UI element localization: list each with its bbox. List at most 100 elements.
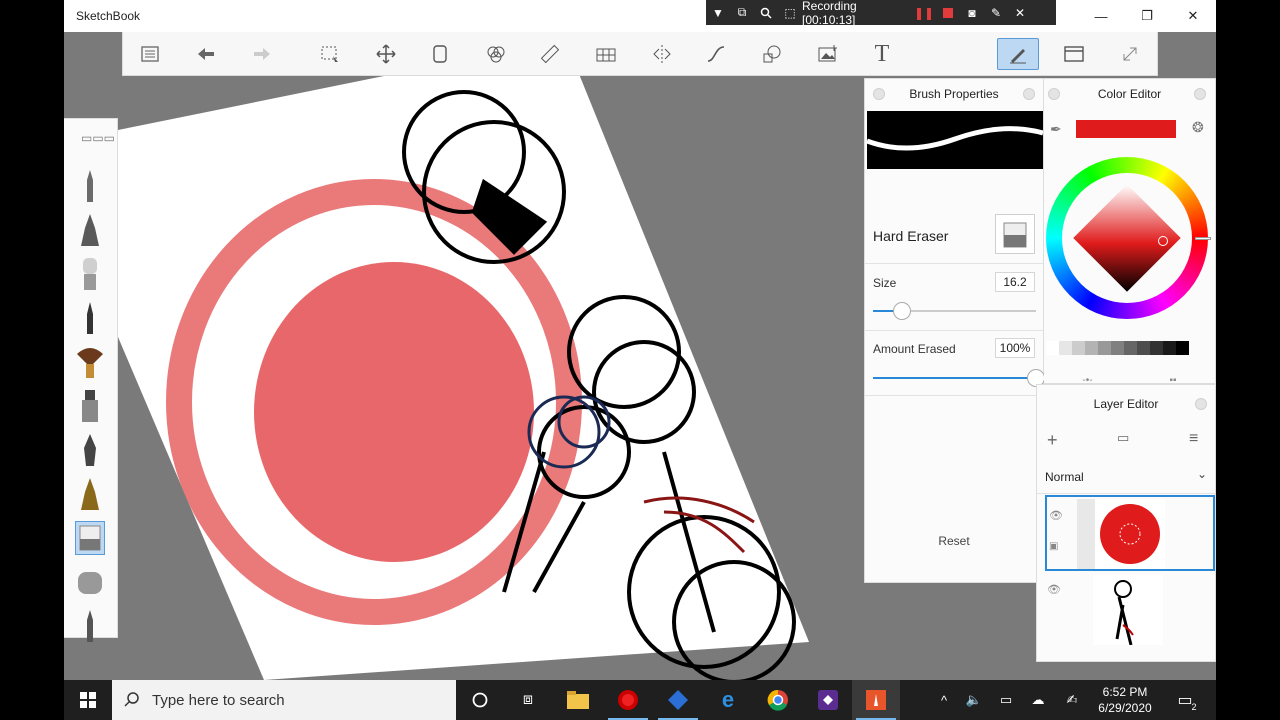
amount-erased-value-field[interactable]: 100% [995,338,1035,358]
perspective-icon[interactable] [585,38,627,70]
maximize-button[interactable]: ❐ [1124,0,1170,32]
fine-pen-brush-icon[interactable] [75,301,105,335]
blend-mode-select[interactable]: Normal [1045,470,1084,484]
brush-editor-icon[interactable] [997,38,1039,70]
screen-recorder-icon[interactable] [604,680,652,720]
grey-swatch-9[interactable] [1163,341,1176,355]
expand-icon[interactable] [1109,38,1151,70]
calligraphy-brush-icon[interactable] [75,477,105,511]
pen-workspace-icon[interactable]: ✍ [1060,680,1084,720]
grey-swatch-row [1046,341,1189,355]
window-icon[interactable]: ⧉ [730,0,754,25]
add-layer-icon[interactable]: + [1047,430,1058,451]
color-picker-marker[interactable] [1158,236,1168,246]
hue-marker[interactable] [1195,237,1211,240]
curve-icon[interactable] [695,38,737,70]
amount-erased-label: Amount Erased [873,342,956,356]
close-icon[interactable]: ✕ [1008,0,1032,25]
layer-row-red[interactable]: 👁 ▣ [1045,495,1215,571]
pen-icon[interactable]: ✎ [984,0,1008,25]
grey-swatch-5[interactable] [1111,341,1124,355]
grey-swatch-3[interactable] [1085,341,1098,355]
layer-eraser-icon[interactable]: ▭ [1117,430,1129,446]
color-circles-icon[interactable] [475,38,517,70]
pause-icon[interactable]: ❚❚ [912,0,936,25]
task-view-icon[interactable]: ⧈ [504,680,552,720]
taskbar-clock[interactable]: 6:52 PM 6/29/2020 [1088,684,1162,716]
color-puck-icon[interactable]: ❂ [1192,119,1204,136]
sketchbook-taskbar-icon[interactable] [654,680,702,720]
window-view-icon[interactable] [1053,38,1095,70]
ballpoint-brush-icon[interactable] [75,213,105,247]
visual-studio-icon[interactable] [804,680,852,720]
cortana-icon[interactable] [456,680,504,720]
cloud-icon[interactable]: ☁ [1026,680,1050,720]
windows-start-icon[interactable] [64,680,112,720]
battery-icon[interactable]: ▭ [994,680,1018,720]
redo-icon[interactable] [241,38,283,70]
grey-swatch-8[interactable] [1150,341,1163,355]
shapes-icon[interactable] [751,38,793,70]
camera-icon[interactable]: ◙ [960,0,984,25]
grey-swatch-2[interactable] [1072,341,1085,355]
fan-brush-icon[interactable] [75,345,105,379]
palette-menu-icon[interactable]: ▭▭▭ [81,131,115,145]
edge-browser-icon[interactable]: e [704,680,752,720]
soft-eraser-brush-icon[interactable] [75,565,105,599]
layer-panel-close-icon[interactable] [1195,398,1207,410]
sketchbook-active-icon[interactable] [852,680,900,720]
taskbar-search-box[interactable]: Type here to search [112,680,456,720]
color-wheel[interactable] [1046,157,1211,319]
brush-thumbnail[interactable] [995,214,1035,254]
hard-eraser-brush-icon[interactable] [75,521,105,555]
panel-close-icon[interactable] [1023,88,1035,100]
dropdown-icon[interactable]: ▼ [706,0,730,25]
grey-swatch-4[interactable] [1098,341,1111,355]
notification-center-icon[interactable]: ▭ 2 [1170,680,1200,720]
layer-lock-icon[interactable]: ▣ [1049,541,1058,552]
eyedropper-icon[interactable]: ✒ [1050,121,1062,138]
chevron-down-icon[interactable]: ⌄ [1197,467,1207,481]
volume-icon[interactable]: 🔈 [962,680,986,720]
grey-swatch-7[interactable] [1137,341,1150,355]
undo-icon[interactable] [185,38,227,70]
amount-erased-slider[interactable] [873,369,1045,387]
reset-button[interactable]: Reset [865,534,1043,548]
stop-icon[interactable] [936,0,960,25]
search-placeholder: Type here to search [152,691,285,709]
tray-chevron-icon[interactable]: ^ [932,680,956,720]
grey-swatch-6[interactable] [1124,341,1137,355]
layer-opacity-bar[interactable] [1077,499,1095,569]
layer-menu-icon[interactable]: ≡ [1189,430,1198,448]
color-panel-close-icon[interactable] [1194,88,1206,100]
ruler-icon[interactable] [529,38,571,70]
text-icon[interactable]: T [861,38,903,70]
felt-pen-brush-icon[interactable] [75,609,105,643]
select-icon[interactable] [309,38,351,70]
grey-swatch-0[interactable] [1046,341,1059,355]
search-icon[interactable] [754,0,778,25]
file-explorer-icon[interactable] [554,680,602,720]
current-color-swatch[interactable] [1076,120,1176,138]
close-button[interactable]: ✕ [1170,0,1216,32]
marker-brush-icon[interactable] [75,389,105,423]
minimize-button[interactable]: — [1078,0,1124,32]
pencil-brush-icon[interactable] [75,169,105,203]
lagoon-menu-icon[interactable] [129,38,171,70]
grey-swatch-1[interactable] [1059,341,1072,355]
region-icon[interactable]: ⬚ [778,0,802,25]
visibility-eye-icon[interactable]: 👁 [1047,583,1061,596]
chrome-browser-icon[interactable] [754,680,802,720]
copy-paste-icon[interactable] [419,38,461,70]
size-slider[interactable] [873,302,1036,320]
add-image-icon[interactable] [807,38,849,70]
soft-brush-icon[interactable] [75,257,105,291]
grey-swatch-10[interactable] [1176,341,1189,355]
ink-pen-brush-icon[interactable] [75,433,105,467]
layer-row-sketch[interactable]: 👁 [1045,573,1215,649]
size-value-field[interactable]: 16.2 [995,272,1035,292]
visibility-eye-icon[interactable]: 👁 [1049,509,1063,522]
move-icon[interactable] [365,38,407,70]
size-slider-knob[interactable] [893,302,912,320]
symmetry-icon[interactable] [641,38,683,70]
